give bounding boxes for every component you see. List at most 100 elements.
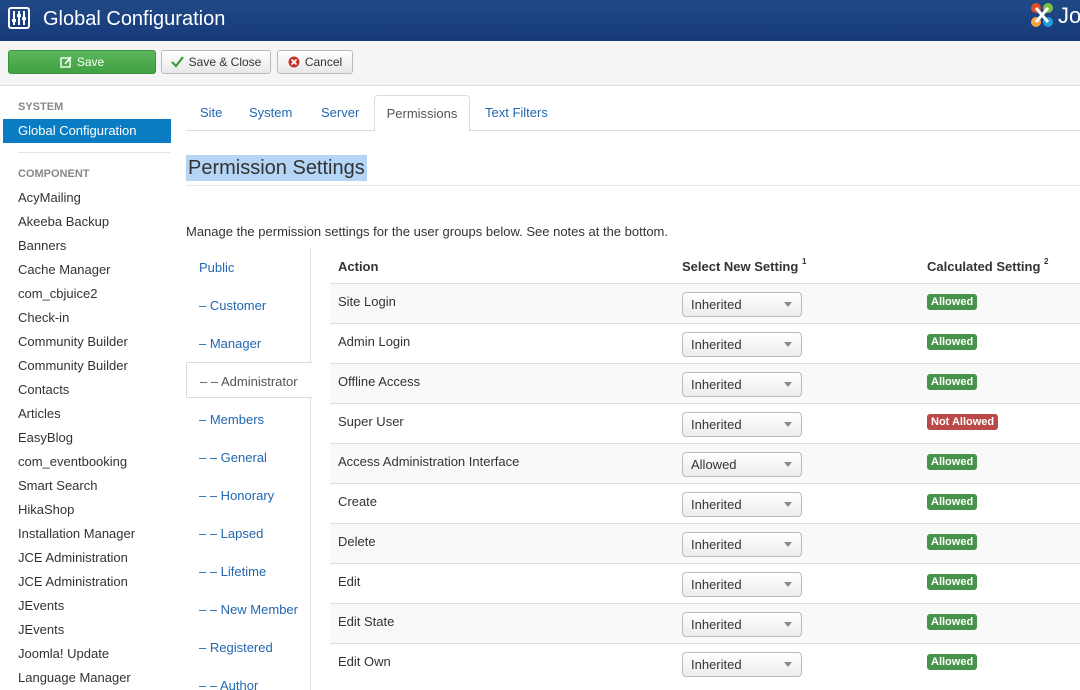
cancel-button[interactable]: Cancel (277, 50, 353, 74)
status-badge: Allowed (927, 454, 978, 470)
configuration-icon (8, 7, 30, 29)
permission-description: Manage the permission settings for the u… (186, 224, 669, 239)
group-item[interactable]: – – General (199, 450, 267, 465)
status-badge: Allowed (927, 334, 978, 350)
caret-down-icon (784, 342, 792, 347)
sidebar: System Global Configuration Component Ac… (0, 86, 176, 690)
sidebar-item[interactable]: JEvents (18, 598, 64, 614)
user-groups-list: – – Administrator Public – Customer – Mana… (186, 248, 312, 690)
sidebar-item[interactable]: AcyMailing (18, 190, 81, 206)
sidebar-item[interactable]: Community Builder (18, 358, 128, 374)
tab-system[interactable]: System (249, 95, 292, 131)
status-badge: Allowed (927, 294, 978, 310)
setting-select-value: Inherited (691, 337, 742, 352)
caret-down-icon (784, 422, 792, 427)
group-item[interactable]: – – Lifetime (199, 564, 266, 579)
action-label: Delete (338, 534, 376, 549)
caret-down-icon (784, 502, 792, 507)
action-label: Edit Own (338, 654, 391, 669)
group-item[interactable]: – – New Member (199, 602, 298, 617)
page-title: Permission Settings (186, 155, 367, 181)
title-divider (186, 185, 1080, 186)
sidebar-item-global-configuration[interactable]: Global Configuration (3, 119, 171, 143)
setting-select[interactable]: Inherited (682, 372, 802, 397)
group-item[interactable]: Public (199, 260, 234, 275)
sidebar-item[interactable]: com_eventbooking (18, 454, 127, 470)
app-header: Global Configuration Jo (0, 0, 1080, 41)
sidebar-item[interactable]: EasyBlog (18, 430, 73, 446)
tab-site[interactable]: Site (200, 95, 222, 131)
cancel-label: Cancel (304, 55, 343, 69)
status-badge: Allowed (927, 614, 978, 630)
column-header-select: Select New Setting 1 (682, 257, 807, 274)
group-item[interactable]: – Customer (199, 298, 266, 313)
group-item[interactable]: – Members (199, 412, 264, 427)
status-badge: Allowed (927, 574, 978, 590)
action-label: Super User (338, 414, 404, 429)
group-item[interactable]: – – Honorary (199, 488, 274, 503)
setting-select[interactable]: Inherited (682, 572, 802, 597)
sidebar-item[interactable]: Contacts (18, 382, 69, 398)
table-row: Offline Access Inherited Allowed (330, 363, 1080, 403)
setting-select[interactable]: Inherited (682, 492, 802, 517)
setting-select[interactable]: Inherited (682, 652, 802, 677)
sidebar-item[interactable]: com_cbjuice2 (18, 286, 98, 302)
sidebar-item[interactable]: Joomla! Update (18, 646, 109, 662)
caret-down-icon (784, 462, 792, 467)
sidebar-item[interactable]: HikaShop (18, 502, 74, 518)
sidebar-item[interactable]: Community Builder (18, 334, 128, 350)
column-header-calculated-label: Calculated Setting (927, 259, 1041, 274)
table-row: Edit Inherited Allowed (330, 563, 1080, 603)
status-badge: Allowed (927, 374, 978, 390)
tab-text-filters[interactable]: Text Filters (485, 95, 548, 131)
setting-select-value: Inherited (691, 377, 742, 392)
caret-down-icon (784, 302, 792, 307)
setting-select-value: Inherited (691, 577, 742, 592)
sidebar-item[interactable]: Installation Manager (18, 526, 135, 542)
logo-text: Jo (1058, 3, 1080, 28)
table-row: Site Login Inherited Allowed (330, 283, 1080, 323)
setting-select[interactable]: Inherited (682, 612, 802, 637)
sidebar-item[interactable]: JCE Administration (18, 550, 128, 566)
setting-select[interactable]: Inherited (682, 332, 802, 357)
column-header-calculated: Calculated Setting 2 (927, 257, 1049, 274)
setting-select[interactable]: Inherited (682, 412, 802, 437)
sidebar-item[interactable]: Articles (18, 406, 61, 422)
tab-permissions[interactable]: Permissions (374, 95, 470, 132)
sidebar-item[interactable]: JCE Administration (18, 574, 128, 590)
tab-server[interactable]: Server (321, 95, 359, 131)
group-label: – – Administrator (200, 374, 298, 389)
table-row: Edit State Inherited Allowed (330, 603, 1080, 643)
table-row: Delete Inherited Allowed (330, 523, 1080, 563)
sidebar-item[interactable]: Banners (18, 238, 66, 254)
save-close-button[interactable]: Save & Close (161, 50, 271, 74)
save-button[interactable]: Save (8, 50, 156, 74)
checkmark-icon (170, 56, 184, 68)
sidebar-divider (18, 152, 170, 153)
group-item[interactable]: – Registered (199, 640, 273, 655)
group-item[interactable]: – – Lapsed (199, 526, 263, 541)
setting-select[interactable]: Inherited (682, 532, 802, 557)
sidebar-item[interactable]: Akeeba Backup (18, 214, 109, 230)
page-header-title: Global Configuration (43, 8, 226, 30)
sidebar-item[interactable]: Cache Manager (18, 262, 111, 278)
column-header-select-label: Select New Setting (682, 259, 799, 274)
action-label: Create (338, 494, 378, 509)
caret-down-icon (784, 662, 792, 667)
group-item[interactable]: – – Author (199, 678, 258, 690)
setting-select-value: Inherited (691, 537, 742, 552)
sidebar-item[interactable]: Language Manager (18, 670, 131, 686)
setting-select-value: Inherited (691, 617, 742, 632)
setting-select[interactable]: Inherited (682, 292, 802, 317)
table-row: Create Inherited Allowed (330, 483, 1080, 523)
sidebar-item[interactable]: Check-in (18, 310, 69, 326)
group-item[interactable]: – Manager (199, 336, 261, 351)
caret-down-icon (784, 582, 792, 587)
setting-select[interactable]: Allowed (682, 452, 802, 477)
table-row: Access Administration Interface Allowed Al… (330, 443, 1080, 483)
sidebar-item[interactable]: Smart Search (18, 478, 97, 494)
group-item-administrator[interactable]: – – Administrator (186, 362, 312, 398)
footnote-marker: 1 (801, 257, 807, 266)
sidebar-item[interactable]: JEvents (18, 622, 64, 638)
footnote-marker: 2 (1044, 257, 1049, 266)
